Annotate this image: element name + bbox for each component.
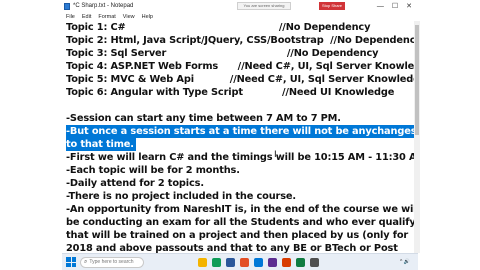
search-icon: ⌕ — [84, 258, 88, 265]
text-line: -Daily attend for 2 topics. — [66, 178, 204, 189]
vertical-scrollbar[interactable] — [414, 21, 420, 253]
text-line: Topic 3: Sql Server //No Dependency — [66, 48, 379, 59]
window-titlebar: *C Sharp.txt - Notepad You are screen sh… — [62, 0, 414, 12]
minimize-button[interactable]: — — [377, 3, 384, 10]
taskbar-app-icon[interactable] — [226, 257, 235, 267]
search-placeholder: Type here to search — [89, 259, 134, 265]
maximize-button[interactable]: ☐ — [392, 2, 398, 10]
text-line: Topic 5: MVC & Web Api //Need C#, UI, Sq… — [66, 74, 414, 85]
taskbar-search-input[interactable]: ⌕ Type here to search — [80, 256, 144, 268]
window-controls: — ☐ ✕ — [377, 0, 412, 12]
taskbar-app-icon[interactable] — [282, 257, 291, 267]
taskbar-app-icon[interactable] — [240, 257, 249, 267]
system-tray: ^ 🔊 — [400, 259, 414, 265]
text-line: -Each topic will be for 2 months. — [66, 165, 240, 176]
text-line: be conducting an exam for all the Studen… — [66, 217, 414, 228]
close-button[interactable]: ✕ — [406, 2, 412, 10]
taskbar-app-icon[interactable] — [310, 257, 319, 267]
taskbar-app-icon[interactable] — [198, 257, 207, 267]
screen-share-banner: You are screen sharing — [237, 2, 291, 10]
menu-file[interactable]: File — [66, 14, 75, 20]
scrollbar-thumb[interactable] — [415, 25, 419, 135]
text-line: Topic 6: Angular with Type Script //Need… — [66, 87, 395, 98]
menu-view[interactable]: View — [123, 14, 135, 20]
window-title: *C Sharp.txt - Notepad — [73, 3, 134, 9]
text-line: Topic 2: Html, Java Script/JQuery, CSS/B… — [66, 35, 414, 46]
text-editor-area[interactable]: Topic 1: C# //No Dependency Topic 2: Htm… — [62, 21, 414, 253]
text-line: Topic 4: ASP.NET Web Forms //Need C#, UI… — [66, 61, 414, 72]
text-line: -First we will learn C# and the timings … — [66, 152, 414, 163]
text-line: -Session can start any time between 7 AM… — [66, 113, 341, 124]
taskbar-apps — [198, 257, 319, 267]
menu-edit[interactable]: Edit — [82, 14, 91, 20]
text-line: Topic 1: C# //No Dependency — [66, 22, 371, 33]
taskbar: ⌕ Type here to search ^ 🔊 — [62, 253, 418, 270]
text-line: that will be trained on a project and th… — [66, 230, 409, 241]
text-cursor-icon: I — [274, 150, 277, 160]
notepad-icon — [64, 2, 70, 10]
taskbar-app-icon[interactable] — [212, 257, 221, 267]
menu-format[interactable]: Format — [98, 14, 115, 20]
menu-help[interactable]: Help — [142, 14, 153, 20]
text-line: 2018 and above passouts and that to any … — [66, 243, 398, 253]
menu-bar: File Edit Format View Help — [62, 12, 414, 21]
text-line: -An opportunity from NareshIT is, in the… — [66, 204, 414, 215]
taskbar-app-icon[interactable] — [268, 257, 277, 267]
selected-text-line: -But once a session starts at a time the… — [66, 125, 414, 138]
windows-start-icon[interactable] — [66, 257, 76, 267]
taskbar-app-icon[interactable] — [296, 257, 305, 267]
taskbar-app-icon[interactable] — [254, 257, 263, 267]
text-line: -There is no project included in the cou… — [66, 191, 296, 202]
selected-text-line: to that time. — [66, 138, 136, 151]
stop-share-button[interactable]: Stop Share — [319, 2, 345, 10]
tray-icons[interactable]: ^ 🔊 — [400, 259, 410, 265]
